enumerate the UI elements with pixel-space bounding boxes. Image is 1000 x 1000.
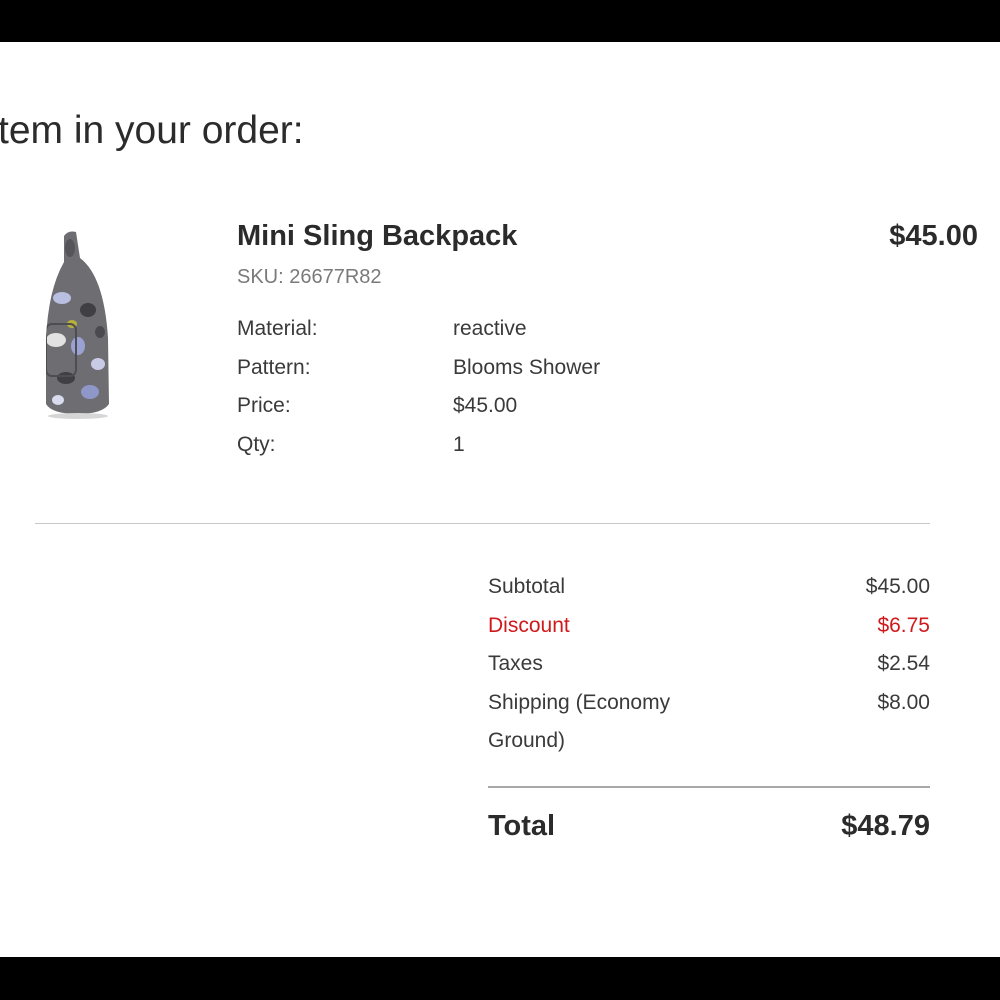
attribute-row-qty: Qty: 1 <box>237 426 600 465</box>
shipping-label: Shipping (Economy Ground) <box>488 690 671 753</box>
product-name[interactable]: Mini Sling Backpack <box>237 220 517 253</box>
page-heading: tem in your order: <box>0 109 304 152</box>
item-divider <box>35 523 930 524</box>
attribute-label: Pattern: <box>237 355 311 379</box>
order-totals: Subtotal $45.00 Discount $6.75 Taxes $2.… <box>488 568 930 761</box>
discount-row: Discount $6.75 <box>488 607 930 646</box>
attribute-value: Blooms Shower <box>453 355 601 379</box>
attribute-value: reactive <box>453 317 527 341</box>
product-image[interactable] <box>42 228 112 424</box>
attribute-label: Price: <box>237 394 291 418</box>
total-value: $48.79 <box>841 810 930 842</box>
attribute-label: Material: <box>237 317 318 341</box>
attribute-value: $45.00 <box>453 394 518 418</box>
attribute-row-pattern: Pattern: Blooms Shower <box>237 349 600 388</box>
taxes-label: Taxes <box>488 652 543 675</box>
taxes-value: $2.54 <box>877 652 930 675</box>
subtotal-value: $45.00 <box>865 575 930 598</box>
attribute-row-price: Price: $45.00 <box>237 387 600 426</box>
taxes-row: Taxes $2.54 <box>488 645 930 684</box>
product-line-price: $45.00 <box>889 220 978 252</box>
discount-label: Discount <box>488 613 570 637</box>
total-row: Total $48.79 <box>488 810 930 843</box>
attribute-row-material: Material: reactive <box>237 310 600 349</box>
product-attributes: Material: reactive Pattern: Blooms Showe… <box>237 310 600 464</box>
order-summary-page: tem in your order: Mini Sling Backpack $… <box>0 42 1000 957</box>
subtotal-row: Subtotal $45.00 <box>488 568 930 607</box>
shipping-value: $8.00 <box>877 690 930 714</box>
discount-value: $6.75 <box>877 613 930 637</box>
attribute-value: 1 <box>453 432 465 456</box>
attribute-label: Qty: <box>237 432 276 456</box>
shipping-row: Shipping (Economy Ground) $8.00 <box>488 684 930 761</box>
totals-divider <box>488 786 930 788</box>
total-label: Total <box>488 810 556 842</box>
product-sku: SKU: 26677R82 <box>237 266 382 288</box>
subtotal-label: Subtotal <box>488 575 566 598</box>
